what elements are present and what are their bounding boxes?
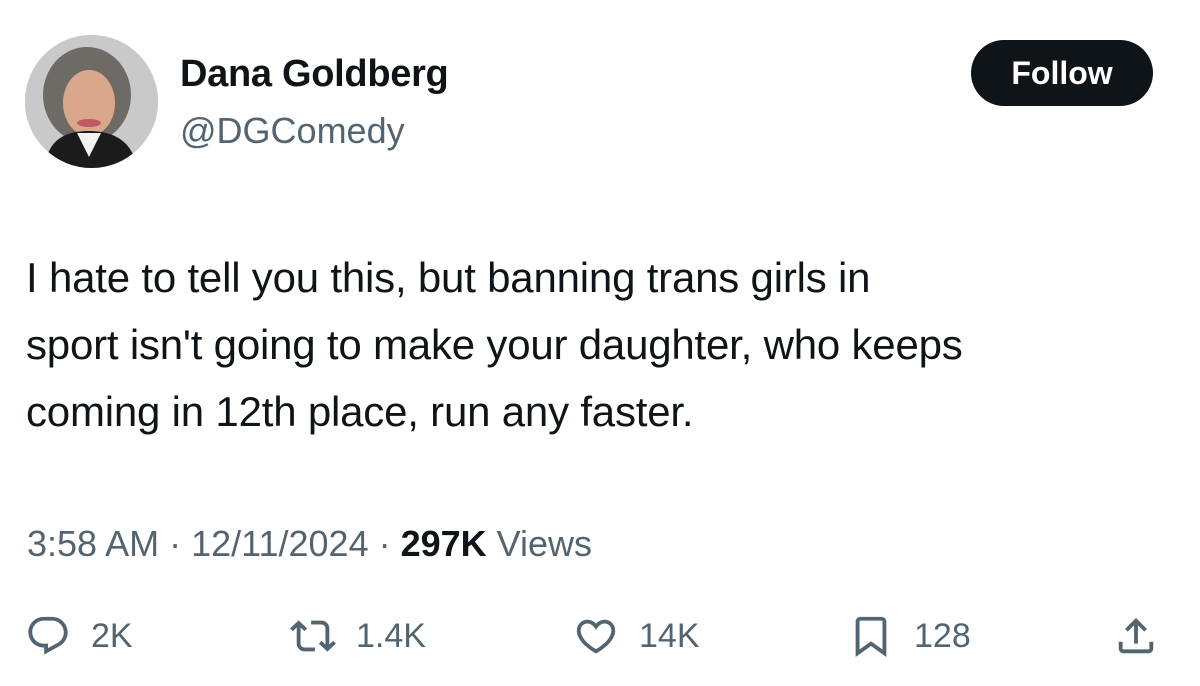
views-label: Views — [486, 523, 593, 564]
action-bar: 2K 1.4K 14K 128 — [0, 605, 1200, 675]
avatar[interactable] — [25, 35, 158, 168]
reply-button[interactable]: 2K — [25, 613, 133, 659]
author-handle[interactable]: @DGComedy — [180, 108, 405, 154]
bookmark-count: 128 — [914, 617, 971, 655]
views-count: 297K — [400, 523, 487, 564]
bookmark-button[interactable]: 128 — [848, 613, 971, 659]
like-icon — [576, 619, 616, 654]
share-button[interactable] — [1113, 613, 1159, 659]
tweet-meta: 3:58 AM · 12/11/2024 · 297K Views — [27, 520, 592, 568]
author-name[interactable]: Dana Goldberg — [180, 50, 449, 98]
tweet-text: I hate to tell you this, but banning tra… — [26, 254, 963, 435]
reply-icon — [28, 616, 68, 655]
bookmark-icon — [855, 616, 887, 657]
reply-count: 2K — [91, 617, 133, 655]
retweet-icon — [290, 620, 336, 652]
repost-button[interactable]: 1.4K — [290, 613, 426, 659]
follow-button[interactable]: Follow — [971, 40, 1153, 106]
repost-count: 1.4K — [356, 617, 426, 655]
meta-separator: · — [368, 523, 401, 564]
avatar-image — [25, 35, 158, 168]
tweet-time[interactable]: 3:58 AM — [27, 523, 159, 564]
like-count: 14K — [639, 617, 700, 655]
share-icon — [1118, 617, 1154, 654]
tweet-date[interactable]: 12/11/2024 — [191, 523, 369, 564]
like-button[interactable]: 14K — [573, 613, 700, 659]
meta-separator: · — [159, 523, 192, 564]
